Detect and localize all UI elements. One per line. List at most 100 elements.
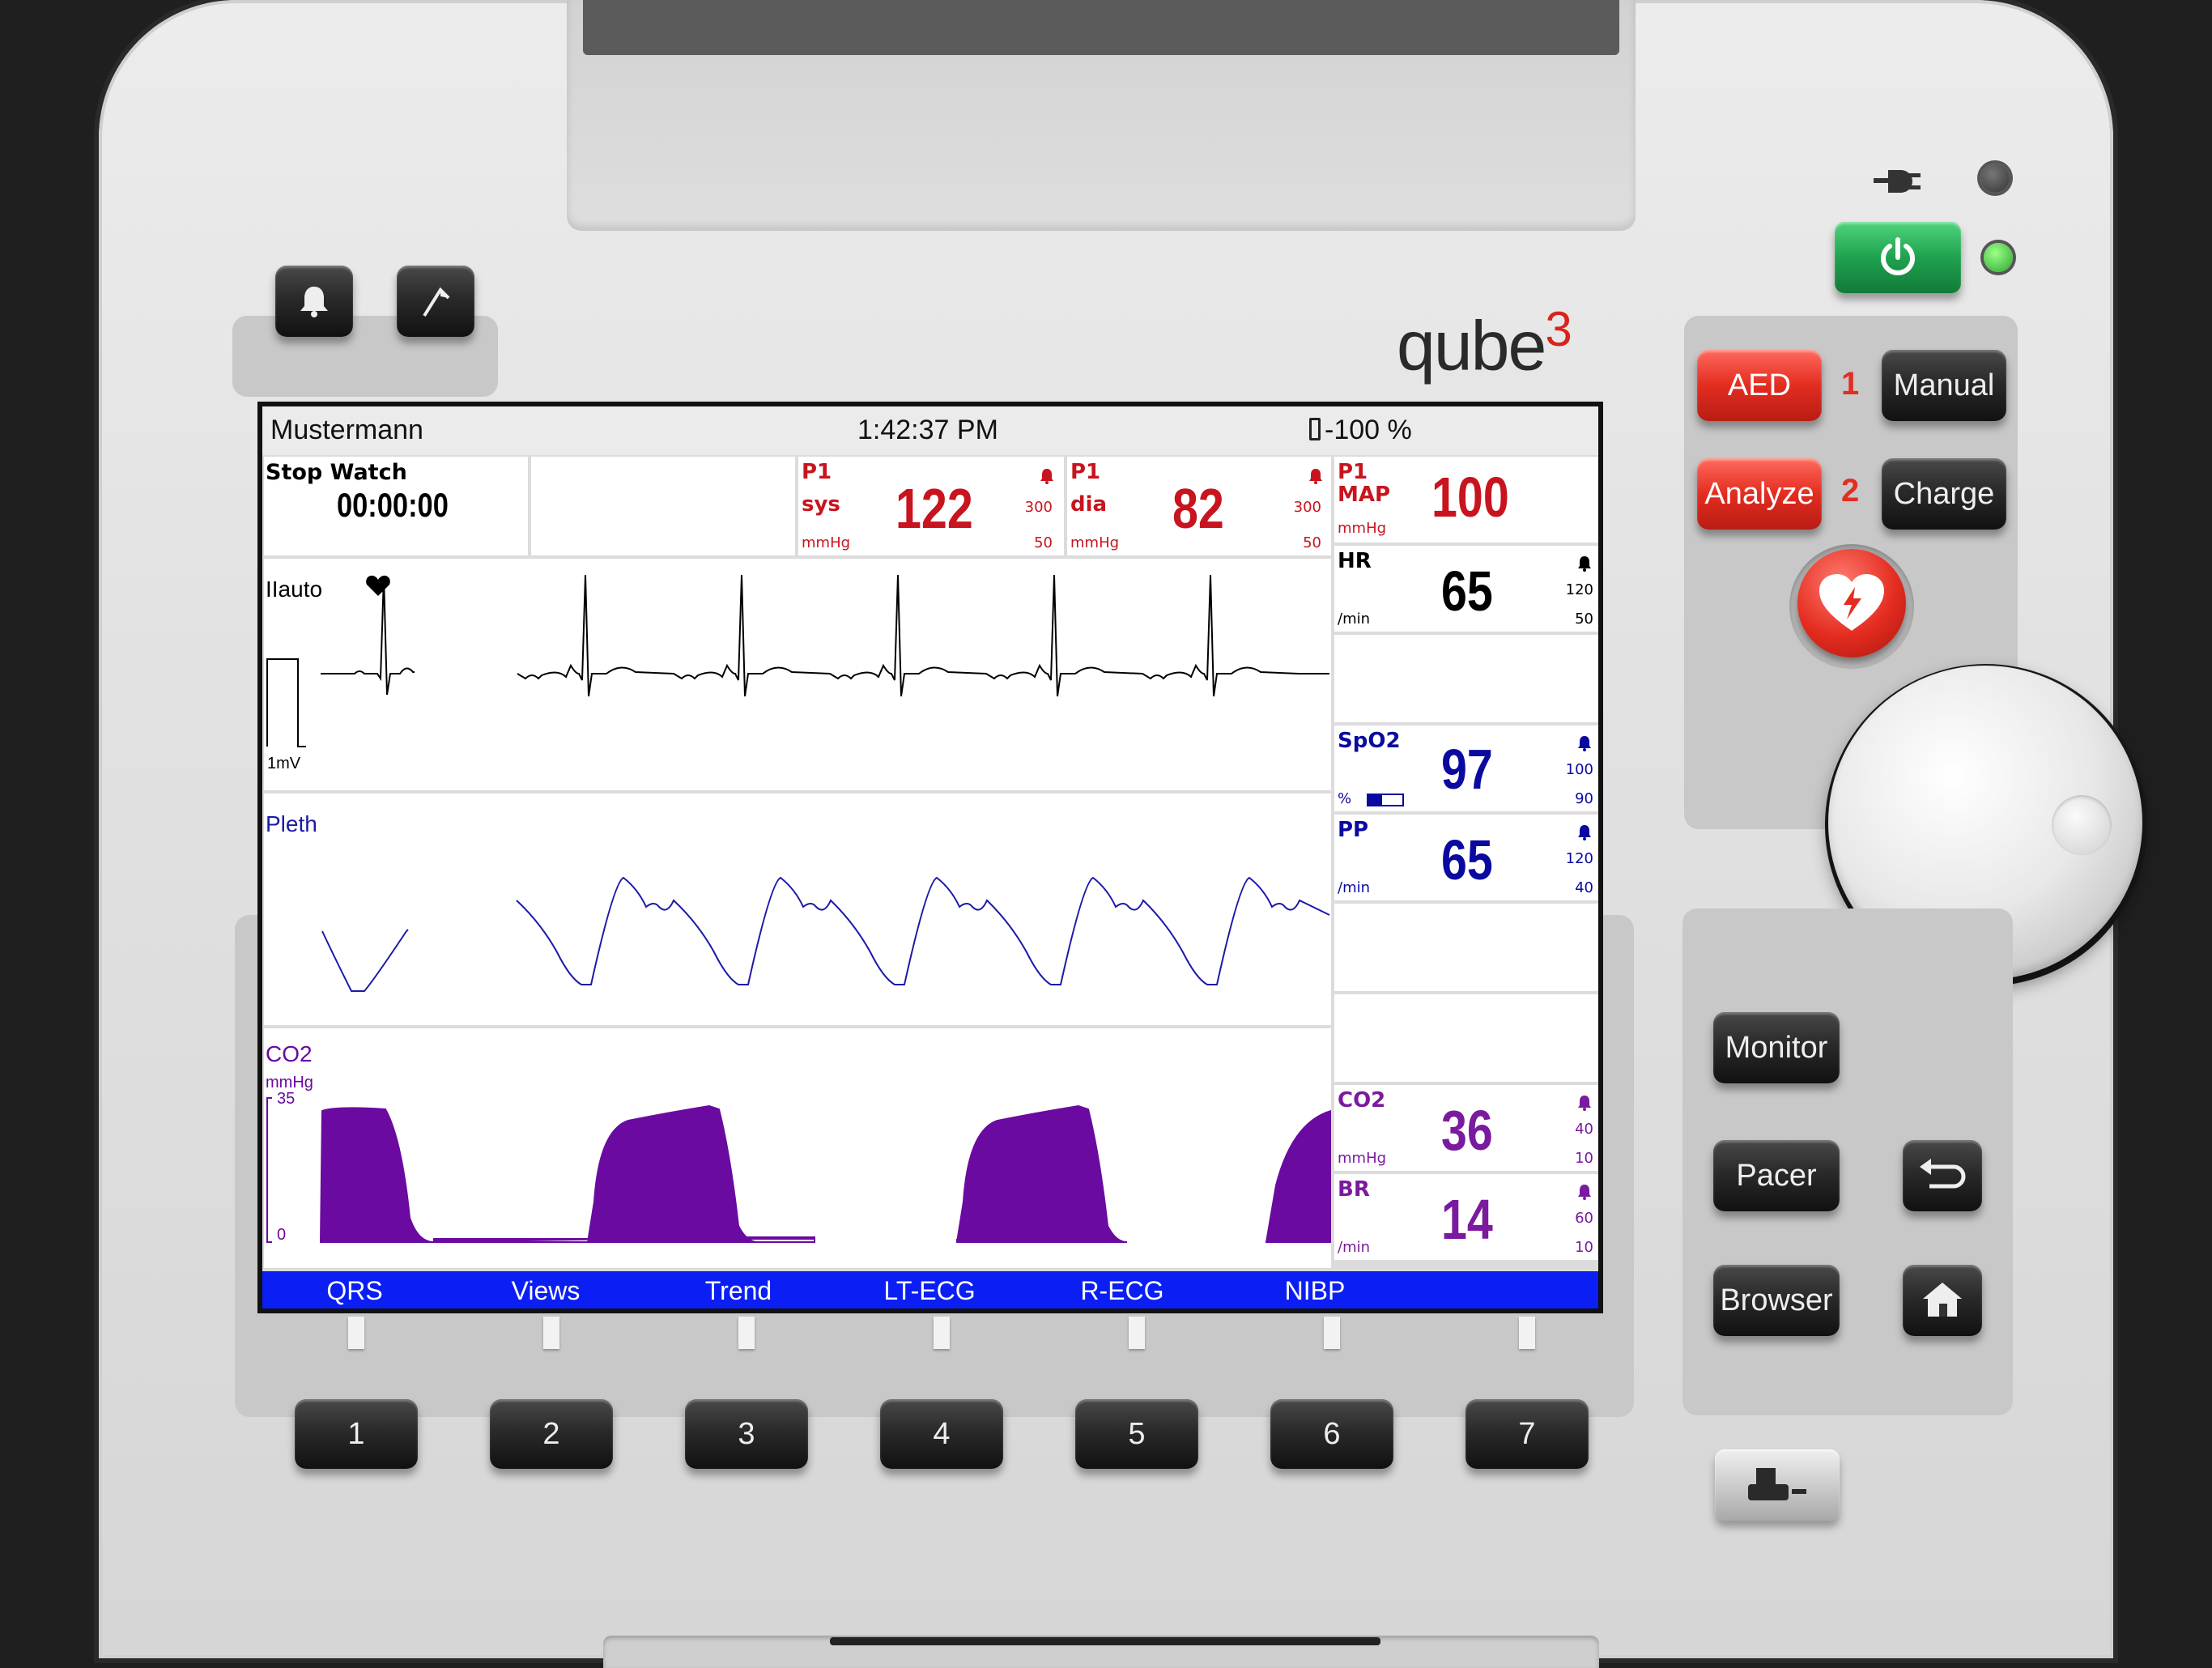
- br-high-limit: 60: [1575, 1210, 1593, 1227]
- ecg-wave-panel[interactable]: IIauto 1mV: [264, 559, 1331, 790]
- co2-high-limit: 40: [1575, 1121, 1593, 1138]
- co2-value: 36: [1441, 1099, 1493, 1162]
- monitor-button[interactable]: Monitor: [1713, 1012, 1840, 1083]
- knob-grip: [2052, 795, 2112, 855]
- p1-sys-unit: mmHg: [802, 534, 851, 551]
- bottom-slot-bar: [830, 1637, 1380, 1645]
- pp-tile[interactable]: PP 65 120 40 /min: [1334, 815, 1598, 900]
- shock-heart-icon: [1819, 574, 1884, 631]
- softkey-indicator: [1129, 1317, 1145, 1349]
- printer-paper-slot: [583, 0, 1619, 55]
- status-bar: Mustermann 1:42:37 PM -100 %: [262, 406, 1598, 455]
- co2-wave-panel[interactable]: CO2 mmHg 35 0: [264, 1028, 1331, 1268]
- manual-button[interactable]: Manual: [1882, 350, 2006, 421]
- p1-sys-tile[interactable]: P1 sys 122 300 50 mmHg: [798, 457, 1064, 555]
- softkey-indicator: [1324, 1317, 1340, 1349]
- br-low-limit: 10: [1575, 1239, 1593, 1256]
- spo2-low-limit: 90: [1575, 790, 1593, 807]
- battery-icon: [1309, 418, 1321, 440]
- softkey-label-qrs[interactable]: QRS: [274, 1276, 436, 1306]
- p1-map-value: 100: [1431, 466, 1509, 529]
- battery-level: -100 %: [1325, 415, 1412, 445]
- pacer-button[interactable]: Pacer: [1713, 1140, 1840, 1211]
- power-led: [1984, 243, 2013, 272]
- p1-sys-label: P1: [802, 460, 832, 484]
- softkey-indicator: [934, 1317, 950, 1349]
- alarm-bell-icon: [1040, 469, 1053, 484]
- hardkey-2[interactable]: 2: [490, 1399, 613, 1469]
- hardkey-6[interactable]: 6: [1270, 1399, 1393, 1469]
- pp-high-limit: 120: [1565, 850, 1593, 867]
- softkey-label-trend[interactable]: Trend: [657, 1276, 819, 1306]
- stopwatch-tile[interactable]: Stop Watch 00:00:00: [264, 457, 528, 555]
- alarm-bell-icon: [1578, 736, 1591, 751]
- step-2-label: 2: [1841, 473, 1860, 508]
- p1-map-sublabel: MAP: [1338, 483, 1391, 507]
- stopwatch-label: Stop Watch: [266, 460, 407, 485]
- softkey-label-r-ecg[interactable]: R-ECG: [1041, 1276, 1203, 1306]
- p1-sys-sublabel: sys: [802, 492, 840, 517]
- hr-unit: /min: [1338, 611, 1371, 628]
- charge-button[interactable]: Charge: [1882, 458, 2006, 530]
- co2-tile[interactable]: CO2 36 40 10 mmHg: [1334, 1085, 1598, 1171]
- br-value: 14: [1441, 1188, 1493, 1251]
- hr-tile[interactable]: HR 65 120 50 /min: [1334, 546, 1598, 632]
- br-label: BR: [1338, 1177, 1370, 1202]
- softkey-label-views[interactable]: Views: [465, 1276, 627, 1306]
- printer-icon: [1748, 1468, 1806, 1500]
- power-button[interactable]: [1835, 222, 1961, 293]
- p1-dia-tile[interactable]: P1 dia 82 300 50 mmHg: [1067, 457, 1331, 555]
- mains-led: [1980, 164, 2010, 193]
- spo2-value: 97: [1441, 738, 1493, 801]
- alarm-bell-icon: [1578, 556, 1591, 572]
- empty-tile: [1334, 635, 1598, 722]
- hardkey-7[interactable]: 7: [1465, 1399, 1589, 1469]
- hr-label: HR: [1338, 549, 1372, 573]
- browser-button[interactable]: Browser: [1713, 1265, 1840, 1336]
- hardkey-1[interactable]: 1: [295, 1399, 418, 1469]
- step-1-label: 1: [1841, 366, 1860, 402]
- signal-quality-bar: [1367, 794, 1404, 806]
- softkey-indicator: [543, 1317, 559, 1349]
- p1-sys-low-limit: 50: [1034, 534, 1053, 551]
- event-button[interactable]: [397, 266, 474, 337]
- back-button[interactable]: [1903, 1140, 1982, 1211]
- alarm-button[interactable]: [275, 266, 353, 337]
- home-button[interactable]: [1903, 1265, 1982, 1336]
- plug-icon: [1874, 170, 1921, 193]
- pleth-wave-panel[interactable]: Pleth: [264, 794, 1331, 1025]
- analyze-button[interactable]: Analyze: [1697, 458, 1822, 530]
- bell-icon: [300, 287, 328, 317]
- br-tile[interactable]: BR 14 60 10 /min: [1334, 1174, 1598, 1260]
- softkey-label-lt-ecg[interactable]: LT-ECG: [849, 1276, 1010, 1306]
- empty-tile: [1334, 904, 1598, 991]
- print-button[interactable]: [1715, 1449, 1840, 1521]
- pp-low-limit: 40: [1575, 879, 1593, 896]
- hardkey-4[interactable]: 4: [880, 1399, 1003, 1469]
- p1-sys-value: 122: [895, 477, 973, 540]
- pp-value: 65: [1441, 828, 1493, 891]
- empty-tile: [531, 457, 795, 555]
- monitor-screen: Mustermann 1:42:37 PM -100 % Stop Watch …: [257, 402, 1603, 1313]
- p1-map-unit: mmHg: [1338, 520, 1387, 537]
- pp-label: PP: [1338, 818, 1369, 842]
- aed-button[interactable]: AED: [1697, 350, 1822, 421]
- hardkey-3[interactable]: 3: [685, 1399, 808, 1469]
- hr-low-limit: 50: [1575, 611, 1593, 628]
- p1-map-tile[interactable]: P1 MAP 100 mmHg: [1334, 457, 1598, 543]
- spo2-high-limit: 100: [1565, 761, 1593, 778]
- pleth-waveform: [321, 876, 1330, 992]
- hardkey-5[interactable]: 5: [1075, 1399, 1198, 1469]
- spo2-tile[interactable]: SpO2 97 100 90 %: [1334, 725, 1598, 811]
- hr-high-limit: 120: [1565, 581, 1593, 598]
- ecg-waveform: [266, 574, 1329, 747]
- softkey-label-nibp[interactable]: NIBP: [1234, 1276, 1396, 1306]
- co2-unit: mmHg: [1338, 1150, 1387, 1167]
- p1-dia-unit: mmHg: [1070, 534, 1120, 551]
- bottom-slot: [603, 1636, 1599, 1668]
- p1-dia-sublabel: dia: [1070, 492, 1108, 517]
- br-unit: /min: [1338, 1239, 1371, 1256]
- return-icon: [1920, 1159, 1966, 1189]
- alarm-bell-icon: [1309, 469, 1322, 484]
- shock-button[interactable]: [1797, 549, 1906, 657]
